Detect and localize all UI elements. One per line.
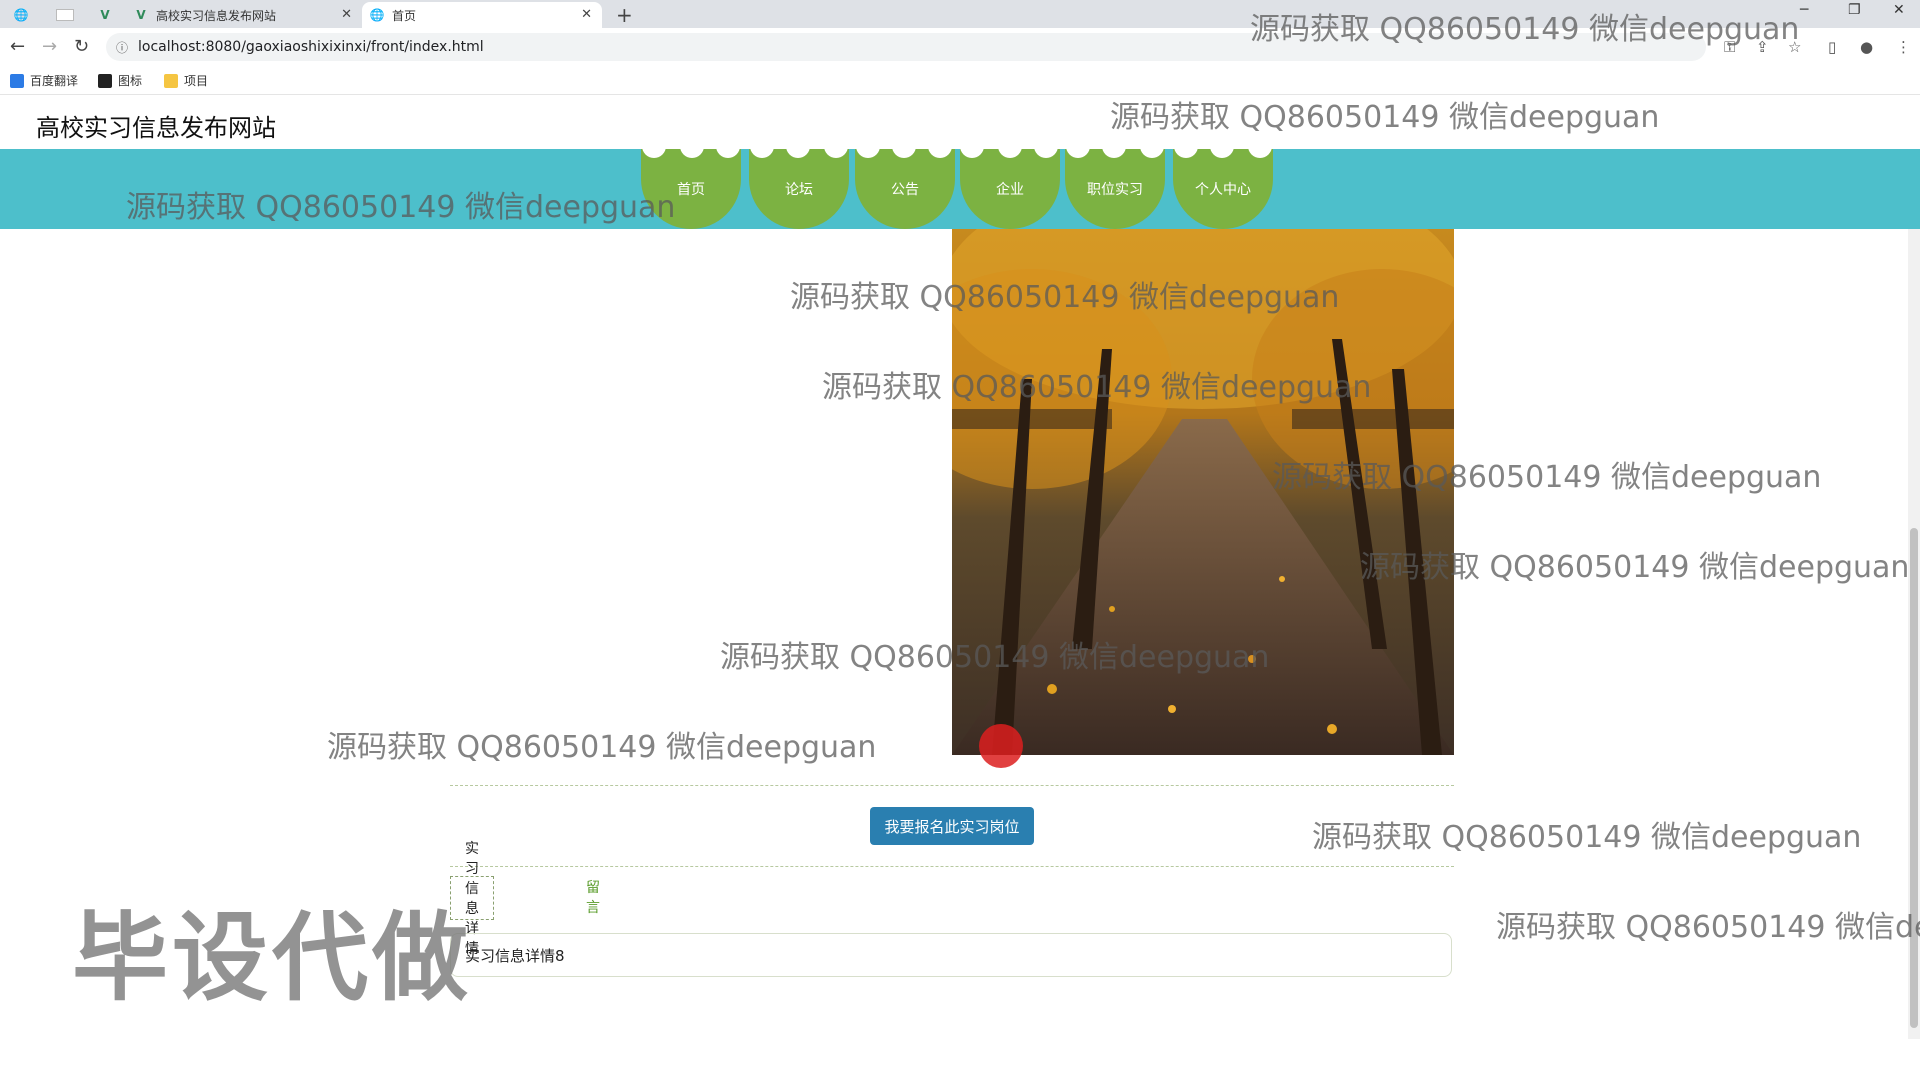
browser-tab-home[interactable]: 🌐 首页 ✕ (362, 2, 602, 28)
site-title: 高校实习信息发布网站 (36, 114, 276, 142)
reload-icon[interactable]: ↻ (74, 36, 89, 57)
browser-tab-2[interactable] (48, 2, 94, 28)
info-icon: ⓘ (116, 40, 129, 55)
bookmark-project[interactable]: 项目 (164, 72, 208, 89)
watermark-text: 源码获取 QQ86050149 微信de (1496, 910, 1920, 945)
browser-tab-3[interactable]: V (92, 2, 126, 28)
watermark-text: 源码获取 QQ86050149 微信deepguan (1272, 460, 1822, 495)
watermark-text: 源码获取 QQ86050149 微信deepguan (327, 730, 877, 765)
apply-internship-button[interactable]: 我要报名此实习岗位 (870, 807, 1034, 845)
vue-logo-icon: V (136, 8, 146, 22)
back-icon[interactable]: ← (10, 36, 25, 57)
watermark-text: 源码获取 QQ86050149 微信deepguan (1250, 12, 1800, 47)
blank-page-icon (56, 9, 74, 21)
bookmark-label: 图标 (118, 74, 143, 88)
bookmarks-bar: 百度翻译 图标 项目 (0, 66, 1920, 95)
browser-tab-site[interactable]: V 高校实习信息发布网站 ✕ (126, 2, 362, 28)
scrollbar-thumb[interactable] (1910, 528, 1918, 1028)
bookmark-label: 百度翻译 (30, 74, 79, 88)
big-watermark: 毕设代做 (72, 902, 472, 1014)
tab-label: 高校实习信息发布网站 (156, 8, 277, 23)
menu-icon[interactable]: ⋮ (1896, 38, 1911, 56)
bookmark-icons[interactable]: 图标 (98, 72, 142, 89)
watermark-text: 源码获取 QQ86050149 微信deepguan (1110, 100, 1660, 135)
close-tab-icon[interactable]: ✕ (341, 7, 352, 22)
minimize-icon[interactable]: ─ (1800, 2, 1808, 18)
forward-icon[interactable]: → (42, 36, 57, 57)
watermark-text: 源码获取 QQ86050149 微信deepguan (720, 640, 1270, 675)
translate-icon (10, 73, 24, 88)
watermark-text: 源码获取 QQ86050149 微信deepguan (822, 370, 1372, 405)
watermark-text: 源码获取 QQ86050149 微信deepguan (126, 190, 676, 225)
restore-icon[interactable]: ❐ (1848, 2, 1861, 18)
watermark-text: 源码获取 QQ86050149 微信deepguan (790, 280, 1340, 315)
close-tab-icon[interactable]: ✕ (581, 7, 592, 22)
watermark-text: 源码获取 QQ86050149 微信deepguan (1312, 820, 1862, 855)
image-icon (98, 73, 112, 88)
watermark-text: 源码获取 QQ86050149 微信deepguan (1360, 550, 1910, 585)
tab-messages[interactable]: 留言 (572, 876, 614, 918)
url-text: localhost:8080/gaoxiaoshixixinxi/front/i… (138, 39, 484, 55)
side-panel-icon[interactable]: ▯ (1828, 38, 1836, 56)
tab-label: 首页 (392, 8, 417, 23)
globe-icon: 🌐 (369, 8, 385, 22)
new-tab-icon[interactable]: + (616, 3, 633, 27)
divider (450, 785, 1454, 786)
bookmark-label: 项目 (184, 74, 209, 88)
globe-icon: 🌐 (13, 8, 29, 22)
divider (450, 866, 1454, 867)
vue-logo-icon: V (100, 8, 110, 22)
detail-content: 实习信息详情8 (450, 933, 1452, 977)
browser-tab-1[interactable]: 🌐 (6, 2, 46, 28)
cursor-highlight (979, 724, 1023, 768)
profile-icon[interactable]: ● (1860, 38, 1873, 56)
close-window-icon[interactable]: ✕ (1893, 2, 1905, 18)
bookmark-baidu-translate[interactable]: 百度翻译 (10, 72, 78, 89)
folder-icon (164, 73, 178, 88)
